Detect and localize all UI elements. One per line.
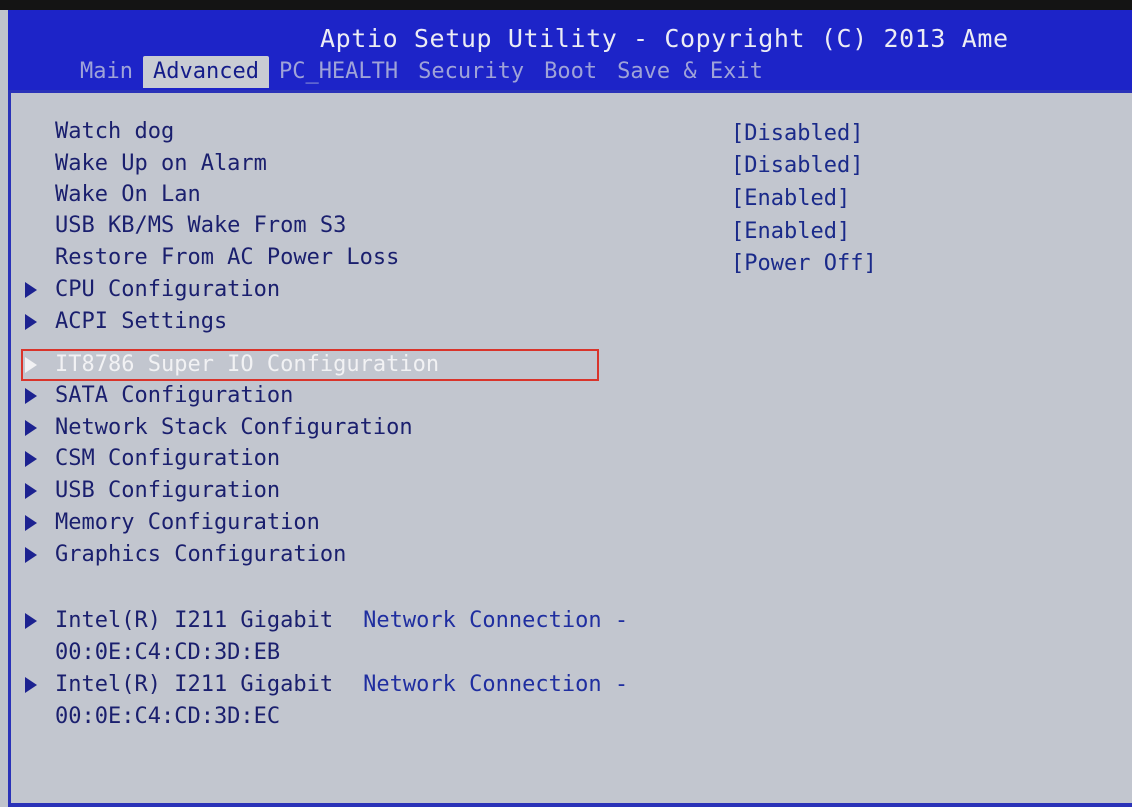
window-title: Aptio Setup Utility - Copyright (C) 2013… xyxy=(320,24,1009,53)
tab-security[interactable]: Security xyxy=(408,56,534,88)
setting-value[interactable]: [Enabled] xyxy=(731,184,850,214)
submenu-label: SATA Configuration xyxy=(55,383,294,408)
nic-mac: 00:0E:C4:CD:3D:EB xyxy=(55,640,281,665)
tab-main[interactable]: Main xyxy=(70,56,143,88)
setting-label: Wake Up on Alarm xyxy=(55,151,267,176)
tab-advanced[interactable]: Advanced xyxy=(142,56,269,88)
tab-save-exit[interactable]: Save & Exit xyxy=(607,56,773,88)
setting-label: Restore From AC Power Loss xyxy=(55,245,400,270)
setting-watch-dog[interactable]: Watch dog xyxy=(25,117,174,147)
submenu-label: IT8786 Super IO Configuration xyxy=(55,352,440,377)
submenu-it8786-super-io[interactable]: IT8786 Super IO Configuration xyxy=(25,350,439,380)
submenu-label: ACPI Settings xyxy=(55,309,228,334)
submenu-csm-configuration[interactable]: CSM Configuration xyxy=(25,444,280,474)
setting-label: Wake On Lan xyxy=(55,182,201,207)
setting-label: Watch dog xyxy=(55,119,175,144)
bios-screen: Aptio Setup Utility - Copyright (C) 2013… xyxy=(0,0,1132,807)
submenu-label: Graphics Configuration xyxy=(55,542,347,567)
setting-value[interactable]: [Disabled] xyxy=(731,151,863,181)
submenu-nic-2[interactable]: Intel(R) I211 Gigabit Network Connection… xyxy=(25,670,628,700)
right-triangle-icon xyxy=(25,515,37,531)
setting-usb-wake[interactable]: USB KB/MS Wake From S3 xyxy=(25,211,346,241)
submenu-memory-configuration[interactable]: Memory Configuration xyxy=(25,508,320,538)
submenu-network-stack[interactable]: Network Stack Configuration xyxy=(25,413,413,443)
submenu-label: Memory Configuration xyxy=(55,510,320,535)
right-triangle-icon xyxy=(25,357,37,373)
bottom-border xyxy=(8,803,1132,807)
setting-label: USB KB/MS Wake From S3 xyxy=(55,213,347,238)
setting-wake-on-lan[interactable]: Wake On Lan xyxy=(25,180,201,210)
right-triangle-icon xyxy=(25,547,37,563)
submenu-graphics-configuration[interactable]: Graphics Configuration xyxy=(25,540,346,570)
right-triangle-icon xyxy=(25,420,37,436)
right-triangle-icon xyxy=(25,388,37,404)
submenu-cpu-configuration[interactable]: CPU Configuration xyxy=(25,275,280,305)
tab-boot[interactable]: Boot xyxy=(534,56,607,88)
nic-name: Intel(R) I211 Gigabit xyxy=(55,672,334,697)
right-triangle-icon xyxy=(25,677,37,693)
right-triangle-icon xyxy=(25,314,37,330)
nic-connection: Network Connection - xyxy=(363,608,629,633)
right-triangle-icon xyxy=(25,613,37,629)
nic-1-mac-row: 00:0E:C4:CD:3D:EB xyxy=(25,638,280,668)
top-bezel xyxy=(0,0,1132,10)
setting-wake-up-on-alarm[interactable]: Wake Up on Alarm xyxy=(25,149,267,179)
nic-name: Intel(R) I211 Gigabit xyxy=(55,608,334,633)
settings-panel: Watch dog [Disabled] Wake Up on Alarm [D… xyxy=(8,90,1132,807)
setting-value[interactable]: [Power Off] xyxy=(731,249,877,279)
right-triangle-icon xyxy=(25,282,37,298)
submenu-label: Network Stack Configuration xyxy=(55,415,413,440)
setting-restore-ac-power[interactable]: Restore From AC Power Loss xyxy=(25,243,399,273)
nic-connection: Network Connection - xyxy=(363,672,629,697)
tab-bar: Main Advanced PC_HEALTH Security Boot Sa… xyxy=(70,54,773,88)
submenu-label: CPU Configuration xyxy=(55,277,281,302)
submenu-label: USB Configuration xyxy=(55,478,281,503)
right-triangle-icon xyxy=(25,483,37,499)
submenu-sata-configuration[interactable]: SATA Configuration xyxy=(25,381,293,411)
nic-2-mac-row: 00:0E:C4:CD:3D:EC xyxy=(25,702,280,732)
submenu-label: CSM Configuration xyxy=(55,446,281,471)
submenu-nic-1[interactable]: Intel(R) I211 Gigabit Network Connection… xyxy=(25,606,628,636)
nic-mac: 00:0E:C4:CD:3D:EC xyxy=(55,704,281,729)
right-triangle-icon xyxy=(25,451,37,467)
setting-value[interactable]: [Disabled] xyxy=(731,119,863,149)
setting-value[interactable]: [Enabled] xyxy=(731,217,850,247)
submenu-usb-configuration[interactable]: USB Configuration xyxy=(25,476,280,506)
tab-pc-health[interactable]: PC_HEALTH xyxy=(269,56,408,88)
submenu-acpi-settings[interactable]: ACPI Settings xyxy=(25,307,227,337)
